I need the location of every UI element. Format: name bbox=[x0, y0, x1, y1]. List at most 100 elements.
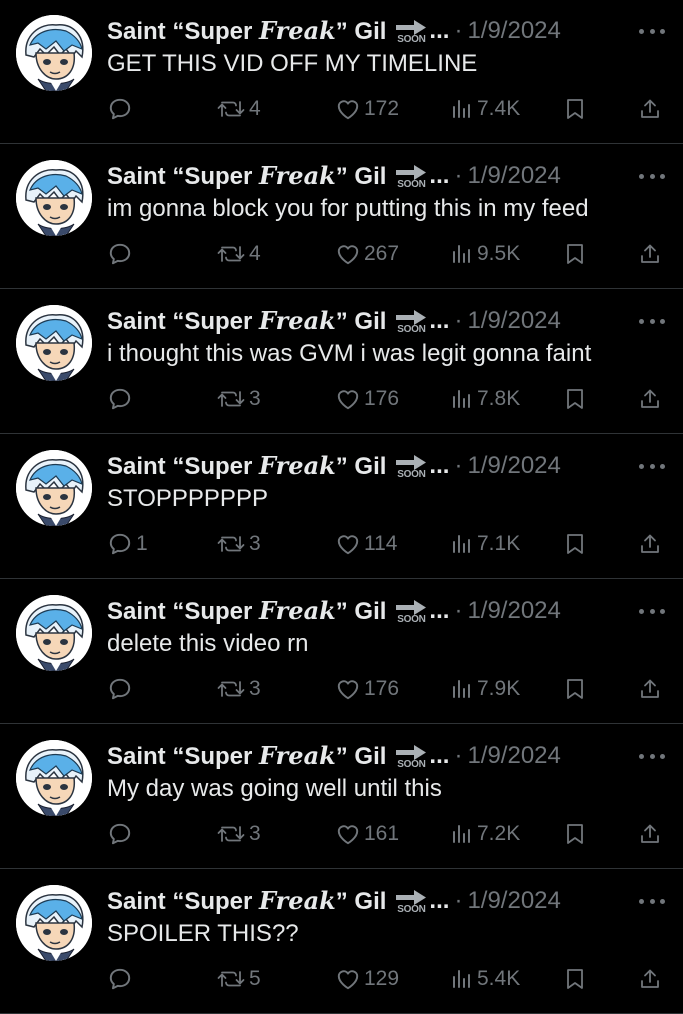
more-options-icon[interactable] bbox=[639, 463, 665, 469]
avatar[interactable] bbox=[16, 450, 92, 526]
retweet-button[interactable]: 3 bbox=[216, 672, 261, 706]
reply-button[interactable] bbox=[107, 962, 136, 996]
author-name-prefix: Saint “Super bbox=[107, 887, 260, 915]
reply-button[interactable] bbox=[107, 817, 136, 851]
bookmark-button[interactable] bbox=[564, 92, 586, 126]
bookmark-button[interactable] bbox=[564, 527, 586, 561]
tweet-date[interactable]: 1/9/2024 bbox=[467, 740, 560, 772]
soon-badge: SOON bbox=[394, 309, 428, 335]
views-button[interactable]: 7.2K bbox=[450, 817, 520, 851]
views-button[interactable]: 9.5K bbox=[450, 237, 520, 271]
author-name-suffix: ” Gil bbox=[335, 452, 387, 480]
tweet[interactable]: Saint “Super Freak” Gil SOON ... · 1/9/2… bbox=[0, 725, 683, 869]
tweet[interactable]: Saint “Super Freak” Gil SOON ... · 1/9/2… bbox=[0, 580, 683, 724]
tweet[interactable]: Saint “Super Freak” Gil SOON ... · 1/9/2… bbox=[0, 870, 683, 1014]
bookmark-icon bbox=[567, 244, 583, 264]
tweet[interactable]: Saint “Super Freak” Gil SOON ... · 1/9/2… bbox=[0, 145, 683, 289]
avatar[interactable] bbox=[16, 595, 92, 671]
retweet-button[interactable]: 3 bbox=[216, 382, 261, 416]
tweet-date[interactable]: 1/9/2024 bbox=[467, 885, 560, 917]
like-button[interactable]: 172 bbox=[335, 92, 399, 126]
retweet-button[interactable]: 4 bbox=[216, 92, 261, 126]
views-button[interactable]: 7.8K bbox=[450, 382, 520, 416]
author-name[interactable]: Saint “Super Freak” Gil bbox=[107, 305, 386, 338]
share-button[interactable] bbox=[638, 672, 662, 706]
retweet-count: 5 bbox=[249, 967, 261, 990]
share-button[interactable] bbox=[638, 817, 662, 851]
author-name-suffix: ” Gil bbox=[335, 887, 387, 915]
author-name[interactable]: Saint “Super Freak” Gil bbox=[107, 450, 386, 483]
like-button[interactable]: 161 bbox=[335, 817, 399, 851]
bookmark-button[interactable] bbox=[564, 672, 586, 706]
share-button[interactable] bbox=[638, 527, 662, 561]
share-icon bbox=[641, 969, 659, 988]
tweet-date[interactable]: 1/9/2024 bbox=[467, 450, 560, 482]
more-options-icon[interactable] bbox=[639, 318, 665, 324]
separator-dot: · bbox=[454, 17, 463, 44]
like-count: 176 bbox=[364, 677, 400, 700]
bookmark-icon bbox=[567, 969, 583, 989]
author-name[interactable]: Saint “Super Freak” Gil bbox=[107, 160, 386, 193]
tweet-date[interactable]: 1/9/2024 bbox=[467, 305, 560, 337]
bookmark-button[interactable] bbox=[564, 382, 586, 416]
author-name[interactable]: Saint “Super Freak” Gil bbox=[107, 740, 386, 773]
avatar-image bbox=[16, 595, 92, 671]
reply-button[interactable] bbox=[107, 672, 136, 706]
author-name[interactable]: Saint “Super Freak” Gil bbox=[107, 885, 386, 918]
heart-icon bbox=[337, 970, 359, 990]
bookmark-button[interactable] bbox=[564, 237, 586, 271]
name-ellipsis: ... bbox=[429, 162, 450, 189]
soon-badge-text: SOON bbox=[397, 33, 426, 45]
views-button[interactable]: 7.1K bbox=[450, 527, 520, 561]
author-name[interactable]: Saint “Super Freak” Gil bbox=[107, 595, 386, 628]
reply-button[interactable] bbox=[107, 382, 136, 416]
views-button[interactable]: 7.4K bbox=[450, 92, 520, 126]
retweet-button[interactable]: 3 bbox=[216, 817, 261, 851]
retweet-count: 3 bbox=[249, 532, 261, 555]
avatar[interactable] bbox=[16, 740, 92, 816]
avatar[interactable] bbox=[16, 15, 92, 91]
tweet[interactable]: Saint “Super Freak” Gil SOON ... · 1/9/2… bbox=[0, 0, 683, 144]
like-button[interactable]: 176 bbox=[335, 382, 399, 416]
views-button[interactable]: 7.9K bbox=[450, 672, 520, 706]
reply-button[interactable]: 1 bbox=[107, 527, 148, 561]
tweet-header: Saint “Super Freak” Gil SOON ... · 1/9/2… bbox=[107, 450, 561, 482]
tweet-header: Saint “Super Freak” Gil SOON ... · 1/9/2… bbox=[107, 160, 561, 192]
share-icon bbox=[641, 534, 659, 553]
avatar[interactable] bbox=[16, 885, 92, 961]
reply-button[interactable] bbox=[107, 92, 136, 126]
views-button[interactable]: 5.4K bbox=[450, 962, 520, 996]
avatar[interactable] bbox=[16, 305, 92, 381]
author-name[interactable]: Saint “Super Freak” Gil bbox=[107, 15, 386, 48]
retweet-button[interactable]: 3 bbox=[216, 527, 261, 561]
retweet-button[interactable]: 4 bbox=[216, 237, 261, 271]
tweet[interactable]: Saint “Super Freak” Gil SOON ... · 1/9/2… bbox=[0, 435, 683, 579]
share-button[interactable] bbox=[638, 92, 662, 126]
more-options-icon[interactable] bbox=[639, 753, 665, 759]
tweet-date[interactable]: 1/9/2024 bbox=[467, 160, 560, 192]
share-button[interactable] bbox=[638, 382, 662, 416]
avatar[interactable] bbox=[16, 160, 92, 236]
author-name-styled: Freak bbox=[259, 160, 336, 190]
tweet-date[interactable]: 1/9/2024 bbox=[467, 15, 560, 47]
more-options-icon[interactable] bbox=[639, 898, 665, 904]
more-options-icon[interactable] bbox=[639, 28, 665, 34]
more-options-icon[interactable] bbox=[639, 608, 665, 614]
share-button[interactable] bbox=[638, 237, 662, 271]
tweet[interactable]: Saint “Super Freak” Gil SOON ... · 1/9/2… bbox=[0, 290, 683, 434]
bookmark-icon bbox=[567, 99, 583, 119]
tweet-date[interactable]: 1/9/2024 bbox=[467, 595, 560, 627]
share-button[interactable] bbox=[638, 962, 662, 996]
reply-button[interactable] bbox=[107, 237, 136, 271]
like-button[interactable]: 114 bbox=[335, 527, 397, 561]
bookmark-button[interactable] bbox=[564, 817, 586, 851]
heart-icon bbox=[337, 390, 359, 410]
like-button[interactable]: 176 bbox=[335, 672, 399, 706]
retweet-button[interactable]: 5 bbox=[216, 962, 261, 996]
author-name-styled: Freak bbox=[259, 595, 336, 625]
like-button[interactable]: 267 bbox=[335, 237, 399, 271]
like-button[interactable]: 129 bbox=[335, 962, 399, 996]
bookmark-button[interactable] bbox=[564, 962, 586, 996]
separator-dot: · bbox=[454, 162, 463, 189]
more-options-icon[interactable] bbox=[639, 173, 665, 179]
